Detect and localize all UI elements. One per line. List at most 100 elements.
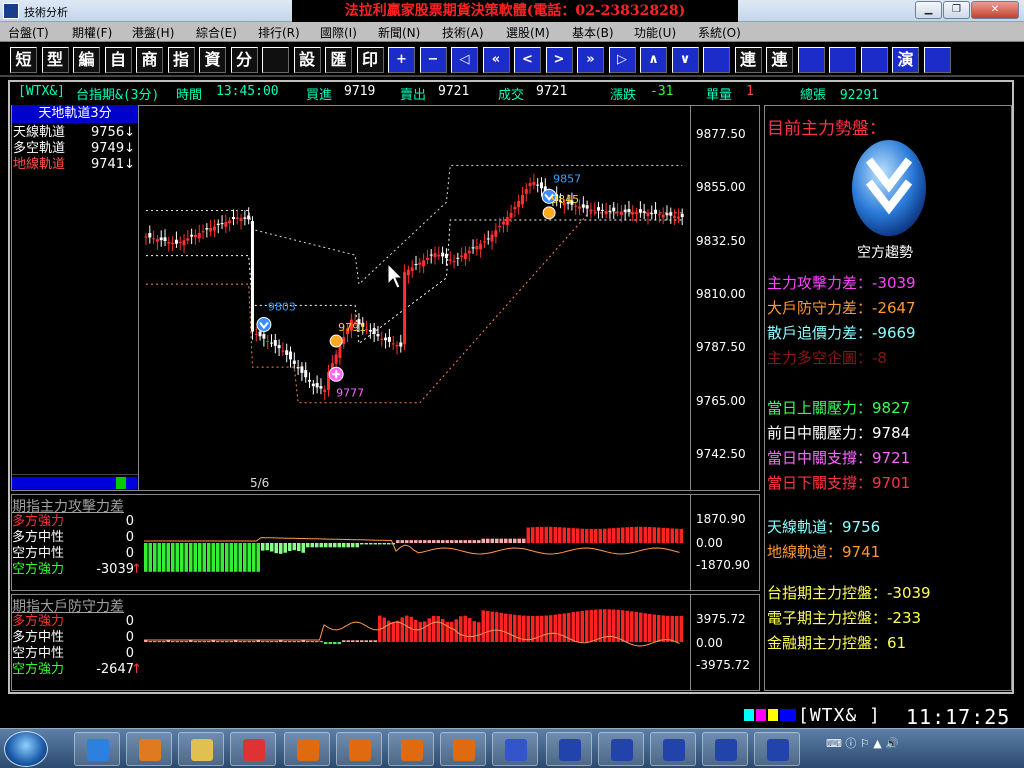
short-button[interactable]: 短 bbox=[10, 47, 37, 73]
last-button[interactable]: ▷ bbox=[608, 47, 636, 73]
attack-force-bar bbox=[639, 526, 643, 543]
down-button[interactable]: ∨ bbox=[671, 47, 699, 73]
menu-item-1[interactable]: 期權(F) bbox=[72, 24, 112, 41]
price-chart[interactable]: 9857 9845 9803 9791 9777 bbox=[140, 106, 690, 474]
scroll-thumb[interactable] bbox=[116, 477, 126, 489]
data-button[interactable]: 資 bbox=[199, 47, 226, 73]
candle-body bbox=[319, 386, 323, 389]
menu-item-4[interactable]: 排行(R) bbox=[258, 24, 300, 41]
attack-force-bar bbox=[364, 543, 368, 545]
attack-force-bar bbox=[666, 528, 670, 543]
defense-axis-zero: 0.00 bbox=[696, 636, 723, 650]
menu-item-8[interactable]: 選股(M) bbox=[506, 24, 550, 41]
change-label: 漲跌 bbox=[610, 88, 637, 103]
defense-force-bar bbox=[319, 641, 323, 643]
row-value: 0 bbox=[125, 614, 134, 629]
attack-force-bar bbox=[477, 540, 481, 543]
bull-bear-line-value: 9749↓ bbox=[91, 141, 135, 156]
candle-body bbox=[654, 209, 658, 214]
window-button[interactable] bbox=[797, 47, 825, 73]
candle-body bbox=[650, 213, 654, 215]
taskbar-button[interactable] bbox=[702, 732, 748, 766]
defense-force-bar bbox=[477, 622, 481, 642]
edit2-button[interactable] bbox=[923, 47, 951, 73]
menu-item-6[interactable]: 新聞(N) bbox=[378, 24, 420, 41]
restore-button[interactable]: ❐ bbox=[943, 1, 970, 19]
candle-body bbox=[228, 220, 232, 224]
up-button[interactable]: ∧ bbox=[640, 47, 667, 73]
defense-force-title: 期指大戶防守力差 bbox=[12, 599, 124, 615]
menu-item-3[interactable]: 綜合(E) bbox=[196, 24, 237, 41]
taskbar-button[interactable] bbox=[440, 732, 486, 766]
attack-force-bar bbox=[661, 527, 665, 543]
lock-button[interactable] bbox=[829, 47, 856, 73]
hand-cursor-icon bbox=[387, 262, 404, 289]
settings-button[interactable]: 設 bbox=[293, 47, 321, 73]
zoom-out-button[interactable]: − bbox=[419, 47, 447, 73]
taskbar-button[interactable] bbox=[230, 732, 276, 766]
main-force-line: 大戶防守力差：-2647 bbox=[767, 299, 916, 317]
ie-icon bbox=[87, 739, 109, 761]
taskbar-button[interactable] bbox=[598, 732, 644, 766]
defense-force-chart[interactable] bbox=[140, 596, 690, 690]
next-button[interactable]: > bbox=[545, 47, 573, 73]
link-button[interactable]: 連 bbox=[734, 47, 762, 73]
taskbar-button[interactable] bbox=[178, 732, 224, 766]
esc-button[interactable] bbox=[703, 47, 730, 73]
edit-button[interactable]: 編 bbox=[73, 47, 100, 73]
link2-button[interactable]: 連 bbox=[766, 47, 793, 73]
menu-item-9[interactable]: 基本(B) bbox=[572, 24, 614, 41]
custom-button[interactable]: 自 bbox=[104, 47, 132, 73]
taskbar-button[interactable] bbox=[388, 732, 434, 766]
tools-button[interactable] bbox=[860, 47, 888, 73]
minimize-button[interactable]: ▁ bbox=[915, 1, 942, 19]
pattern-button[interactable]: 型 bbox=[41, 47, 69, 73]
defense-force-bar bbox=[315, 641, 319, 643]
fast-back-button[interactable]: « bbox=[482, 47, 510, 73]
attack-force-bar bbox=[247, 543, 251, 572]
symbol-input[interactable]: [WTX& ] bbox=[798, 705, 881, 726]
menu-item-10[interactable]: 功能(U) bbox=[634, 24, 676, 41]
product-button[interactable]: 商 bbox=[136, 47, 163, 73]
taskbar-button[interactable] bbox=[74, 732, 120, 766]
first-button[interactable]: ◁ bbox=[451, 47, 478, 73]
candle-body bbox=[376, 334, 380, 337]
attack-force-bar bbox=[180, 543, 184, 572]
chart-button[interactable] bbox=[262, 47, 289, 73]
fast-forward-button[interactable]: » bbox=[577, 47, 604, 73]
prev-button[interactable]: < bbox=[514, 47, 541, 73]
candle-body bbox=[475, 246, 479, 250]
main-force-line: 當日下關支撐：9701 bbox=[767, 474, 911, 492]
start-button[interactable] bbox=[4, 731, 48, 767]
indicator-title: 天地軌道3分 bbox=[12, 105, 138, 123]
menu-item-11[interactable]: 系統(O) bbox=[698, 24, 741, 41]
taskbar-button[interactable] bbox=[546, 732, 592, 766]
menu-item-2[interactable]: 港盤(H) bbox=[132, 24, 174, 41]
system-tray[interactable]: ⌨ ⓘ ⚐ ▲ 🔊 bbox=[826, 735, 899, 751]
menu-item-0[interactable]: 台盤(T) bbox=[8, 24, 49, 41]
candle-body bbox=[638, 209, 642, 213]
zoom-in-button[interactable]: + bbox=[388, 47, 415, 73]
demo-button[interactable]: 演 bbox=[892, 47, 919, 73]
attack-force-chart[interactable] bbox=[140, 512, 690, 590]
close-button[interactable]: ✕ bbox=[971, 1, 1019, 19]
defense-force-bar bbox=[594, 609, 598, 642]
split-button[interactable]: 分 bbox=[230, 47, 258, 73]
taskbar-button[interactable] bbox=[754, 732, 800, 766]
taskbar-button[interactable] bbox=[336, 732, 382, 766]
attack-force-bar bbox=[310, 543, 314, 548]
sub1-row: 空方強力 -3039 ↑ bbox=[12, 562, 142, 578]
attack-force-bar bbox=[414, 540, 418, 543]
taskbar-button[interactable] bbox=[284, 732, 330, 766]
print-button[interactable]: 印 bbox=[356, 47, 384, 73]
export-button[interactable]: 匯 bbox=[325, 47, 352, 73]
taskbar-button[interactable] bbox=[126, 732, 172, 766]
defense-force-bar bbox=[193, 641, 197, 643]
menu-item-5[interactable]: 國際(I) bbox=[320, 24, 357, 41]
taskbar-button[interactable] bbox=[650, 732, 696, 766]
taskbar-button[interactable] bbox=[492, 732, 538, 766]
menu-item-7[interactable]: 技術(A) bbox=[442, 24, 484, 41]
attack-force-bar bbox=[409, 540, 413, 543]
page-scroller[interactable] bbox=[12, 474, 138, 489]
index-button[interactable]: 指 bbox=[167, 47, 195, 73]
